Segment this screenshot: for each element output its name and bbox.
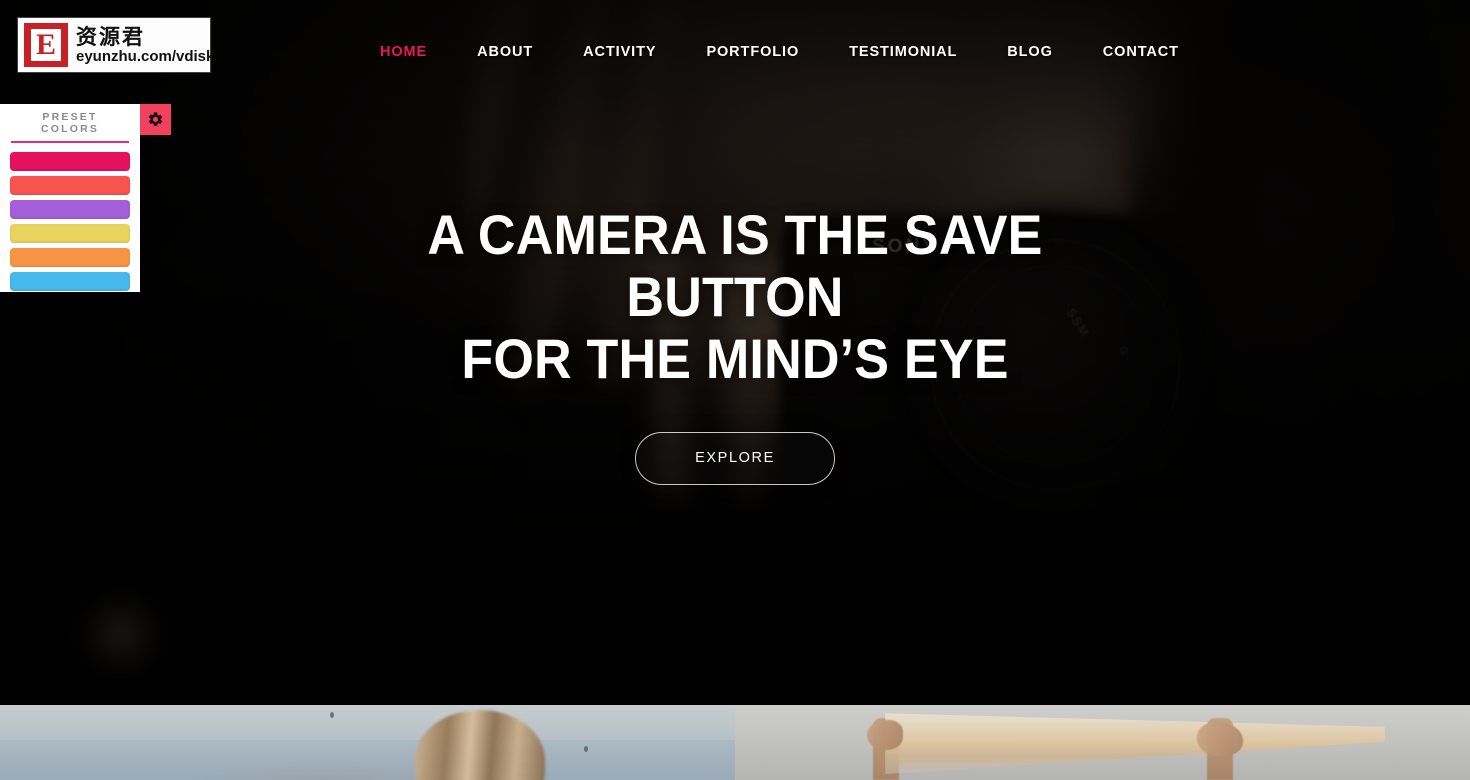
- preset-colors-panel: PRESET COLORS: [0, 104, 140, 292]
- color-swatch-orange[interactable]: [10, 248, 130, 267]
- logo-mark-letter: E: [31, 29, 61, 61]
- nav-item-activity[interactable]: ACTIVITY: [558, 44, 681, 60]
- logo-watermark[interactable]: E 资源君 eyunzhu.com/vdisk: [18, 18, 214, 72]
- preset-color-swatch-list: [10, 152, 130, 291]
- nav-item-testimonial[interactable]: TESTIMONIAL: [824, 44, 982, 60]
- hero-title-line-2: FOR THE MIND’S EYE: [461, 326, 1009, 390]
- nav-item-blog[interactable]: BLOG: [982, 44, 1078, 60]
- nav-item-contact[interactable]: CONTACT: [1078, 44, 1204, 60]
- gear-icon: [148, 112, 163, 127]
- gallery-left-hair: [415, 710, 545, 780]
- logo-text-block: 资源君 eyunzhu.com/vdisk: [76, 24, 215, 65]
- preset-colors-title: PRESET COLORS: [11, 104, 129, 143]
- gallery-right-cloth: [885, 713, 1385, 774]
- gallery-image-right[interactable]: [735, 702, 1470, 780]
- color-swatch-coral-red[interactable]: [10, 176, 130, 195]
- gallery-strip: [0, 702, 1470, 780]
- color-swatch-sky-blue[interactable]: [10, 272, 130, 291]
- gallery-left-speck-a: [330, 712, 334, 718]
- logo-chinese-name: 资源君: [76, 24, 145, 49]
- nav-item-home[interactable]: HOME: [355, 44, 452, 60]
- hero-bottom-seam: [0, 702, 1470, 705]
- gallery-right-hand-right: [1197, 722, 1243, 756]
- settings-toggle-button[interactable]: [140, 104, 171, 135]
- page-root: SONY SSM G A CAMERA IS THE SAVE BUTTON F…: [0, 0, 1470, 780]
- gallery-left-sea: [0, 740, 735, 780]
- logo-url-text: eyunzhu.com/vdisk: [76, 47, 215, 65]
- gallery-left-speck-b: [584, 746, 588, 752]
- color-swatch-yellow[interactable]: [10, 224, 130, 243]
- page-title: A CAMERA IS THE SAVE BUTTON FOR THE MIND…: [382, 202, 1089, 390]
- gallery-right-hand-left: [867, 720, 903, 750]
- hero-title-line-1: A CAMERA IS THE SAVE BUTTON: [427, 202, 1043, 328]
- color-swatch-purple[interactable]: [10, 200, 130, 219]
- color-swatch-crimson-pink[interactable]: [10, 152, 130, 171]
- main-navigation: HOME ABOUT ACTIVITY PORTFOLIO TESTIMONIA…: [355, 44, 1204, 60]
- site-header: E 资源君 eyunzhu.com/vdisk HOME ABOUT ACTIV…: [0, 0, 1470, 110]
- nav-item-about[interactable]: ABOUT: [452, 44, 558, 60]
- explore-button[interactable]: EXPLORE: [635, 431, 835, 485]
- gallery-image-left[interactable]: [0, 702, 735, 780]
- nav-item-portfolio[interactable]: PORTFOLIO: [681, 44, 824, 60]
- logo-mark-icon: E: [24, 23, 68, 67]
